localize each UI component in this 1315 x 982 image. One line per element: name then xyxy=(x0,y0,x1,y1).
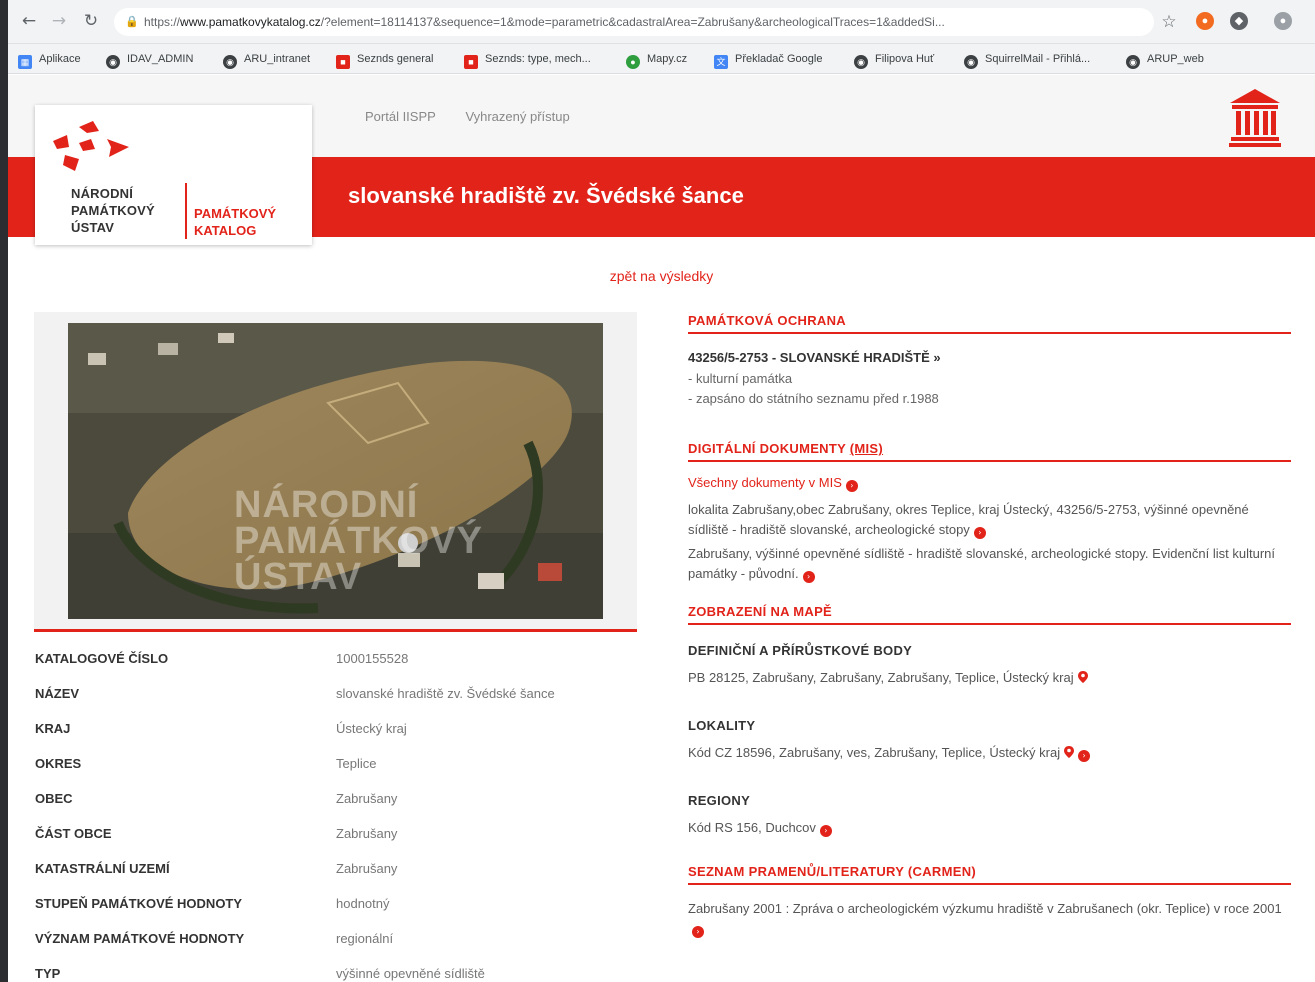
org-name: NÁRODNÍ PAMÁTKOVÝ ÚSTAV xyxy=(71,186,155,235)
listing-link[interactable]: 43256/5-2753 - SLOVANSKÉ HRADIŠTĚ » xyxy=(688,350,1291,365)
logo-card[interactable]: NÁRODNÍ PAMÁTKOVÝ ÚSTAV PAMÁTKOVÝ KATALO… xyxy=(35,105,312,245)
bookmark-item[interactable]: ◉ IDAV_ADMIN xyxy=(106,51,193,69)
arrow-circle-icon[interactable]: › xyxy=(845,480,858,492)
document-item: Zabrušany, výšinné opevněné sídliště - h… xyxy=(688,546,1275,583)
table-row: KATASTRÁLNÍ UZEMÍ Zabrušany xyxy=(35,861,398,876)
building-icon[interactable] xyxy=(1228,87,1282,149)
arrow-circle-icon[interactable]: › xyxy=(819,825,832,837)
url-path: /?element=18114137&sequence=1&mode=param… xyxy=(320,15,945,29)
table-row: KATALOGOVÉ ČÍSLO 1000155528 xyxy=(35,651,409,666)
table-row: OKRES Teplice xyxy=(35,756,377,771)
table-row: ČÁST OBCE Zabrušany xyxy=(35,826,398,841)
lock-icon: 🔒 xyxy=(125,16,139,28)
forward-arrow-icon[interactable]: → xyxy=(48,10,70,32)
nav-reserved-access-link[interactable]: Vyhrazený přístup xyxy=(465,109,569,124)
bookmark-icon: ■ xyxy=(336,55,350,69)
bookmark-item[interactable]: ◉ ARU_intranet xyxy=(223,51,310,69)
document-item: lokalita Zabrušany,obec Zabrušany, okres… xyxy=(688,502,1249,539)
protection-heading: PAMÁTKOVÁ OCHRANA xyxy=(688,313,1291,334)
apps-icon: ▦ xyxy=(18,55,32,69)
bookmark-item[interactable]: ▦ Aplikace xyxy=(18,51,81,69)
regions-heading: REGIONY xyxy=(688,793,751,808)
browser-window: ← → ↻ 🔒 https://www.pamatkovykatalog.cz/… xyxy=(8,0,1315,982)
page-title: slovanské hradiště zv. Švédské šance xyxy=(348,183,744,208)
arrow-circle-icon[interactable]: › xyxy=(692,926,704,938)
watermark: NÁRODNÍ PAMÁTKOVÝ ÚSTAV xyxy=(234,484,483,598)
page-content: Portál IISPP Vyhrazený přístup NÁRODNÍ P… xyxy=(8,75,1315,982)
protection-line: - kulturní památka xyxy=(688,371,793,386)
bookmark-item[interactable]: ■ Seznds: type, mech... xyxy=(464,51,591,69)
mis-link[interactable]: (MIS) xyxy=(850,441,883,456)
table-row: VÝZNAM PAMÁTKOVÉ HODNOTY regionální xyxy=(35,931,394,946)
documents-heading: DIGITÁLNÍ DOKUMENTY (MIS) xyxy=(688,441,1291,462)
back-to-results-link: zpět na výsledky xyxy=(609,268,714,284)
star-icon[interactable]: ☆ xyxy=(1158,11,1180,33)
bookmark-item[interactable]: ● Mapy.cz xyxy=(626,51,687,69)
bookmark-item[interactable]: 文 Překladač Google xyxy=(714,51,822,69)
logo-divider xyxy=(185,183,187,239)
table-row: TYP výšinné opevněné sídliště xyxy=(35,966,485,981)
points-row: PB 28125, Zabrušany, Zabrušany, Zabrušan… xyxy=(688,668,1291,688)
all-documents-row: Všechny dokumenty v MIS › xyxy=(688,474,1291,492)
globe-icon: ◉ xyxy=(1126,55,1140,69)
globe-icon: ◉ xyxy=(854,55,868,69)
extension-icon[interactable]: ● xyxy=(1196,12,1214,30)
table-row: NÁZEV slovanské hradiště zv. Švédské šanc… xyxy=(35,686,555,701)
globe-icon: ◉ xyxy=(964,55,978,69)
extension-icon[interactable]: ◆ xyxy=(1230,12,1248,30)
table-row: KRAJ Ústecký kraj xyxy=(35,721,407,736)
protection-line: - zapsáno do státního seznamu před r.198… xyxy=(688,391,939,406)
table-row: STUPEŇ PAMÁTKOVÉ HODNOTY hodnotný xyxy=(35,896,390,911)
photo-panel: NÁRODNÍ PAMÁTKOVÝ ÚSTAV xyxy=(34,312,637,632)
regions-row: Kód RS 156, Duchcov › xyxy=(688,818,1291,838)
sources-heading: SEZNAM PRAMENŮ/LITERATURY (CARMEN) xyxy=(688,864,1291,885)
source-item: Zabrušany 2001 : Zpráva o archeologickém… xyxy=(688,901,1282,938)
catalog-label: PAMÁTKOVÝ KATALOG xyxy=(194,206,277,238)
all-documents-link[interactable]: Všechny dokumenty v MIS xyxy=(688,475,842,490)
back-arrow-icon[interactable]: ← xyxy=(18,10,40,32)
reload-icon[interactable]: ↻ xyxy=(80,10,102,32)
bookmark-item[interactable]: ■ Seznds general xyxy=(336,51,433,69)
detail-column: PAMÁTKOVÁ OCHRANA 43256/5-2753 - SLOVANS… xyxy=(688,313,1291,939)
points-heading: DEFINIČNÍ A PŘÍRŮSTKOVÉ BODY xyxy=(688,643,913,658)
bookmark-item[interactable]: ◉ ARUP_web xyxy=(1126,51,1204,69)
bookmark-icon: ■ xyxy=(464,55,478,69)
table-row: OBEC Zabrušany xyxy=(35,791,398,806)
profile-icon[interactable]: ● xyxy=(1274,12,1292,30)
locality-heading: LOKALITY xyxy=(688,718,756,733)
address-bar[interactable]: 🔒 https://www.pamatkovykatalog.cz/?eleme… xyxy=(114,8,1154,36)
attribute-table: KATALOGOVÉ ČÍSLO 1000155528 NÁZEV slovansk… xyxy=(35,645,635,982)
nav-portal-link[interactable]: Portál IISPP xyxy=(365,109,436,124)
url-scheme: https:// xyxy=(144,15,181,29)
globe-icon: ◉ xyxy=(106,55,120,69)
top-nav: Portál IISPP Vyhrazený přístup xyxy=(365,109,596,124)
bookmark-item[interactable]: ◉ SquirrelMail - Přihlá... xyxy=(964,51,1090,69)
map-heading: ZOBRAZENÍ NA MAPĚ xyxy=(688,604,1291,625)
arrow-circle-icon[interactable]: › xyxy=(802,571,815,583)
bookmarks-bar: ▦ Aplikace ◉ IDAV_ADMIN ◉ ARU_intranet ■ Sez… xyxy=(8,44,1315,74)
arrow-circle-icon[interactable]: › xyxy=(973,527,986,539)
map-pin-icon[interactable] xyxy=(1077,671,1088,683)
npu-logo-icon xyxy=(53,121,129,171)
url-host: www.pamatkovykatalog.cz xyxy=(180,15,321,29)
translate-icon: 文 xyxy=(714,55,728,69)
locality-row: Kód CZ 18596, Zabrušany, ves, Zabrušany,… xyxy=(688,743,1291,763)
bookmark-item[interactable]: ◉ Filipova Huť xyxy=(854,51,934,69)
browser-toolbar: ← → ↻ 🔒 https://www.pamatkovykatalog.cz/… xyxy=(8,0,1315,44)
globe-icon: ◉ xyxy=(223,55,237,69)
map-pin-icon[interactable] xyxy=(1064,746,1075,758)
map-icon: ● xyxy=(626,55,640,69)
arrow-circle-icon[interactable]: › xyxy=(1078,750,1091,762)
